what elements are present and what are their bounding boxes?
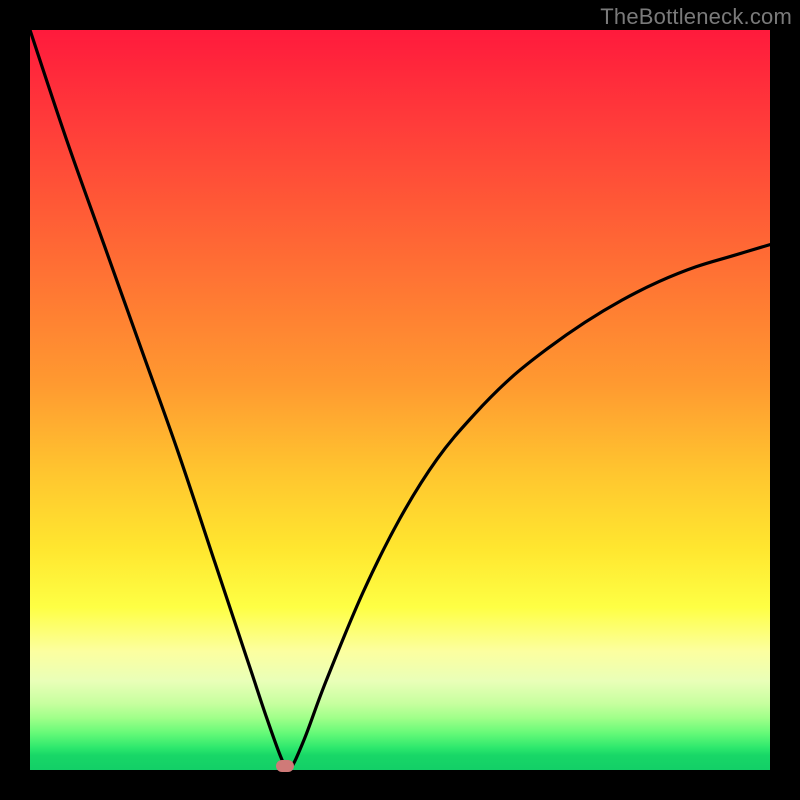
chart-frame: TheBottleneck.com: [0, 0, 800, 800]
minimum-marker: [276, 760, 294, 772]
watermark-text: TheBottleneck.com: [600, 4, 792, 30]
plot-area: [30, 30, 770, 770]
bottleneck-curve: [30, 30, 770, 770]
